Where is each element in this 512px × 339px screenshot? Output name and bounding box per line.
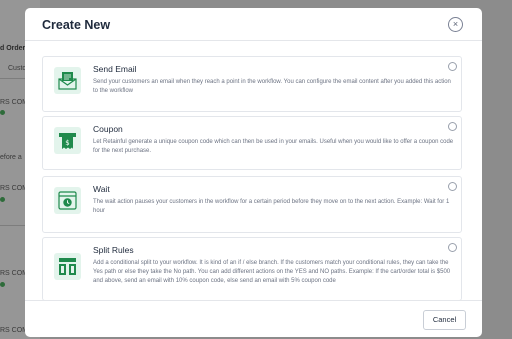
coupon-icon: $ [54, 127, 81, 154]
bg-orders-label: d Order [0, 45, 26, 52]
option-title: Coupon [93, 124, 123, 134]
modal-header: Create New × [25, 8, 482, 41]
bg-status-dot [0, 110, 5, 115]
option-wait[interactable]: Wait The wait action pauses your custome… [42, 176, 462, 233]
cancel-button[interactable]: Cancel [423, 310, 466, 330]
option-description: Add a conditional split to your workflow… [93, 260, 451, 284]
option-title: Send Email [93, 64, 137, 74]
option-send-email[interactable]: Send Email Send your customers an email … [42, 56, 462, 112]
modal-title: Create New [42, 18, 111, 32]
close-icon: × [452, 19, 459, 29]
wait-icon [54, 187, 81, 214]
bg-custom-label: Custo [8, 65, 27, 72]
option-radio[interactable] [448, 62, 457, 71]
option-split-rules[interactable]: Split Rules Add a conditional split to y… [42, 237, 462, 301]
close-button[interactable]: × [448, 17, 463, 32]
option-coupon[interactable]: $ Coupon Let Retainful generate a unique… [42, 116, 462, 170]
modal-footer: Cancel [25, 300, 482, 337]
bg-before-label: efore a [0, 154, 22, 161]
svg-text:$: $ [65, 139, 69, 147]
create-new-modal: Create New × Send Email Send your custom… [25, 8, 482, 337]
option-description: Let Retainful generate a unique coupon c… [93, 139, 454, 154]
option-radio[interactable] [448, 243, 457, 252]
option-description: Send your customers an email when they r… [93, 79, 451, 94]
option-radio[interactable] [448, 182, 457, 191]
bg-status-dot [0, 282, 5, 287]
email-icon [54, 67, 81, 94]
split-icon [54, 253, 81, 280]
option-radio[interactable] [448, 122, 457, 131]
option-title: Wait [93, 184, 110, 194]
option-description: The wait action pauses your customers in… [93, 199, 450, 214]
option-title: Split Rules [93, 245, 134, 255]
bg-status-dot [0, 197, 5, 202]
